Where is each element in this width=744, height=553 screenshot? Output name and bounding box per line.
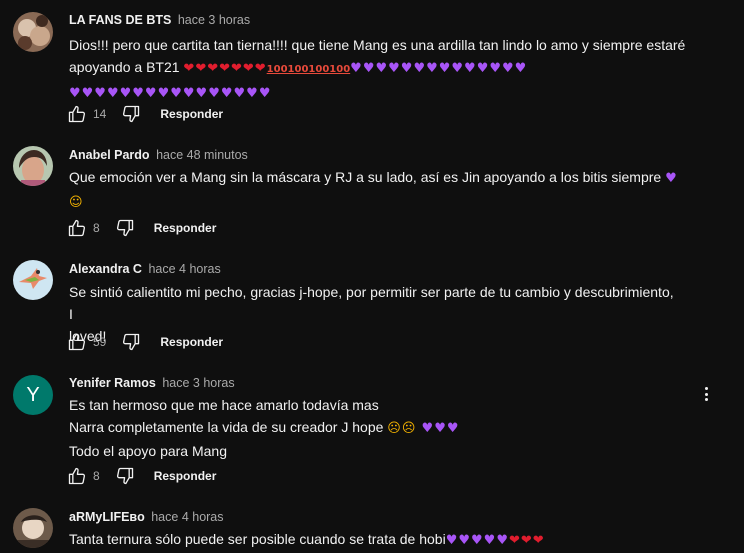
avatar[interactable]: Y	[13, 375, 53, 415]
avatar[interactable]	[13, 12, 53, 52]
emoji-sequence: ♥♥♥♥♥♥♥♥♥♥♥♥♥♥♥♥	[69, 86, 272, 101]
comment-actions: 8 Responder	[66, 216, 216, 240]
comment-text: Tanta ternura sólo puede ser posible cua…	[69, 528, 679, 552]
thumb-up-icon[interactable]	[66, 331, 88, 353]
comment-actions: 14 Responder	[66, 102, 223, 126]
thumb-up-icon[interactable]	[66, 465, 88, 487]
comment-line: Tanta ternura sólo puede ser posible cua…	[69, 528, 679, 552]
comment-line: Narra completamente la vida de su creado…	[69, 416, 679, 440]
comment-actions: 59 Responder	[66, 330, 223, 354]
comment-line: Todo el apoyo para Mang	[69, 443, 227, 459]
emoji-sequence: ❤❤❤❤❤❤❤100100100100♥♥♥♥♥♥♥♥♥♥♥♥♥♥	[183, 61, 528, 76]
reply-button[interactable]: Responder	[160, 335, 223, 349]
avatar[interactable]	[13, 146, 53, 186]
comment-line: Es tan hermoso que me hace amarlo todaví…	[69, 397, 379, 413]
author-name[interactable]: Alexandra C	[69, 262, 142, 276]
comment-text: Es tan hermoso que me hace amarlo todaví…	[69, 394, 679, 462]
comment-line: ☺	[69, 190, 679, 214]
comment-line-text: apoyando a BT21	[69, 59, 180, 75]
comment-time[interactable]: hace 3 horas	[178, 13, 250, 27]
comment-time[interactable]: hace 4 horas	[151, 510, 223, 524]
comment-line-text: Narra completamente la vida de su creado…	[69, 419, 384, 435]
comment-time[interactable]: hace 4 horas	[148, 262, 220, 276]
like-count: 14	[93, 107, 107, 121]
emoji-sequence: ♥♥♥♥♥❤❤❤	[445, 533, 545, 548]
author-name[interactable]: aRMyLIFEʙᴏ	[69, 510, 145, 524]
emoji-sequence: ☹☹ ♥♥♥	[387, 421, 460, 436]
like-count: 59	[93, 335, 107, 349]
more-vert-icon[interactable]	[698, 384, 714, 404]
comment-header: LA FANS DE BTS hace 3 horas	[69, 13, 250, 27]
emoji-sequence: ☺	[69, 195, 84, 210]
comment-line-text: Que emoción ver a Mang sin la máscara y …	[69, 169, 662, 185]
comment-line: apoyando a BT21 ❤❤❤❤❤❤❤100100100100♥♥♥♥♥…	[69, 56, 709, 81]
comment-time[interactable]: hace 48 minutos	[156, 148, 248, 162]
thumb-down-icon[interactable]	[114, 465, 136, 487]
author-name[interactable]: Anabel Pardo	[69, 148, 150, 162]
thumb-down-icon[interactable]	[114, 217, 136, 239]
comment-header: Anabel Pardo hace 48 minutos	[69, 148, 248, 162]
comment-line: Dios!!! pero que cartita tan tierna!!!! …	[69, 37, 686, 53]
comment-header: Alexandra C hace 4 horas	[69, 262, 221, 276]
reply-button[interactable]: Responder	[154, 221, 217, 235]
author-name[interactable]: LA FANS DE BTS	[69, 13, 171, 27]
avatar[interactable]	[13, 260, 53, 300]
author-name[interactable]: Yenifer Ramos	[69, 376, 156, 390]
comment-header: Yenifer Ramos hace 3 horas	[69, 376, 235, 390]
comment-line: Se sintió calientito mi pecho, gracias j…	[69, 284, 674, 322]
thumb-up-icon[interactable]	[66, 217, 88, 239]
thumb-down-icon[interactable]	[120, 103, 142, 125]
emoji-sequence: ♥	[665, 171, 678, 186]
thumb-up-icon[interactable]	[66, 103, 88, 125]
avatar[interactable]	[13, 508, 53, 548]
comment-header: aRMyLIFEʙᴏ hace 4 horas	[69, 510, 224, 524]
comment-line-text: Tanta ternura sólo puede ser posible cua…	[69, 531, 446, 547]
comment-actions: 8 Responder	[66, 464, 216, 488]
comment-text: Que emoción ver a Mang sin la máscara y …	[69, 166, 679, 214]
comment-time[interactable]: hace 3 horas	[162, 376, 234, 390]
thumb-down-icon[interactable]	[120, 331, 142, 353]
comment-text: Dios!!! pero que cartita tan tierna!!!! …	[69, 34, 709, 105]
like-count: 8	[93, 469, 100, 483]
reply-button[interactable]: Responder	[160, 107, 223, 121]
like-count: 8	[93, 221, 100, 235]
reply-button[interactable]: Responder	[154, 469, 217, 483]
comment-line: Que emoción ver a Mang sin la máscara y …	[69, 166, 679, 190]
